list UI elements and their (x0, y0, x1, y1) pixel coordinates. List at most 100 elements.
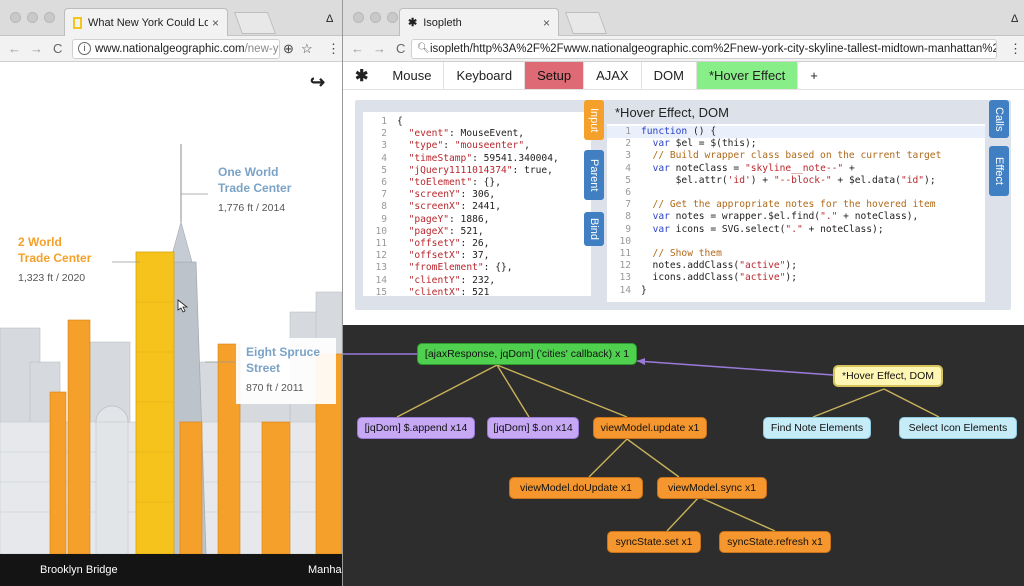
label-2-world-trade-center[interactable]: 2 World Trade Center 1,323 ft / 2020 (8, 228, 112, 294)
node-sync[interactable]: viewModel.sync x1 (657, 477, 767, 499)
node-on[interactable]: [jqDom] $.on x14 (487, 417, 579, 439)
event-json-viewer[interactable]: 1{2 "event": MouseEvent, 3 "type": "mouse… (363, 112, 591, 296)
node-hover-effect[interactable]: *Hover Effect, DOM (833, 365, 943, 387)
close-tab-icon[interactable]: × (543, 16, 550, 30)
label-eight-spruce-street[interactable]: Eight Spruce Street 870 ft / 2011 (236, 338, 336, 404)
tab-calls[interactable]: Calls (989, 100, 1009, 138)
new-tab-button[interactable] (564, 12, 608, 34)
node-append[interactable]: [jqDom] $.append x14 (357, 417, 475, 439)
line-number: 6 (625, 187, 631, 199)
code-line: 9 "pageY": 1886, (363, 214, 591, 226)
minimize-window-button[interactable] (370, 12, 381, 23)
menu-icon[interactable]: ⋮ (327, 41, 340, 57)
code-line: 12 "offsetX": 37, (363, 250, 591, 262)
info-icon[interactable]: i (78, 42, 91, 55)
right-browser-window: ✱ Isopleth × Δ ← → C 🔍︎ isopleth/http%3A… (343, 0, 1024, 586)
url-field[interactable]: i www.nationalgeographic.com/new-yo... (72, 39, 280, 59)
line-text: var $el = $(this); (652, 138, 757, 150)
reload-icon[interactable]: C (53, 41, 62, 56)
tab-dom[interactable]: DOM (642, 62, 697, 89)
tab-parent[interactable]: Parent (584, 150, 604, 200)
line-number: 5 (625, 174, 631, 186)
code-line: 14 "clientY": 232, (363, 275, 591, 287)
line-number: 4 (381, 152, 387, 164)
line-number: 1 (381, 116, 387, 127)
code-line: 8 "screenX": 2441, (363, 201, 591, 213)
code-line: 6 "toElement": {}, (363, 177, 591, 189)
event-lines: 1{2 "event": MouseEvent, 3 "type": "mouse… (363, 116, 591, 296)
url-field[interactable]: 🔍︎ isopleth/http%3A%2F%2Fwww.nationalgeo… (411, 39, 997, 59)
tab-isopleth[interactable]: ✱ Isopleth × (399, 8, 559, 36)
code-line: 13 icons.addClass("active"); (607, 272, 985, 284)
tab-effect[interactable]: Effect (989, 146, 1009, 196)
close-window-button[interactable] (10, 12, 21, 23)
reload-icon[interactable]: C (396, 41, 405, 56)
code-line: 15 "clientX": 521 (363, 287, 591, 296)
share-icon[interactable]: ↪ (310, 72, 325, 93)
code-line: 3 "type": "mouseenter", (363, 140, 591, 152)
node-root-callback[interactable]: [ajaxResponse, jqDom] ('cities' callback… (417, 343, 637, 365)
label-one-world-trade-center[interactable]: One World Trade Center 1,776 ft / 2014 (208, 158, 320, 226)
isopleth-logo-icon[interactable]: ✱ (343, 62, 380, 89)
node-find-note-elements[interactable]: Find Note Elements (763, 417, 871, 439)
label-sub: 1,323 ft / 2020 (18, 272, 86, 284)
skyline-graphic: ↪ One World Trade Center 1,776 ft / 2014… (0, 62, 342, 586)
forward-icon[interactable]: → (30, 41, 43, 56)
line-number: 13 (619, 272, 631, 284)
call-graph: [ajaxResponse, jqDom] ('cities' callback… (343, 325, 1024, 586)
tab-mouse[interactable]: Mouse (380, 62, 445, 89)
code-line: 1{ (363, 116, 591, 128)
line-number: 8 (625, 211, 631, 223)
profile-icon[interactable]: Δ (1011, 13, 1018, 25)
minimize-window-button[interactable] (27, 12, 38, 23)
line-text: "toElement": {}, (408, 177, 501, 189)
back-icon[interactable]: ← (8, 41, 21, 56)
code-line: 10 (607, 236, 985, 248)
line-text: "type": "mouseenter", (408, 140, 530, 152)
label-title-line2: Street (246, 361, 281, 375)
skyline-footer: Brooklyn Bridge Manha (0, 554, 342, 586)
tab-keyboard[interactable]: Keyboard (444, 62, 526, 89)
footer-left-label[interactable]: Brooklyn Bridge (40, 564, 118, 576)
line-text: var notes = wrapper.$el.find("." + noteC… (652, 211, 919, 223)
new-tab-button[interactable] (233, 12, 277, 34)
close-window-button[interactable] (353, 12, 364, 23)
right-address-bar: ← → C 🔍︎ isopleth/http%3A%2F%2Fwww.natio… (343, 36, 1024, 62)
label-title: One World (218, 165, 279, 179)
node-do-update[interactable]: viewModel.doUpdate x1 (509, 477, 643, 499)
back-icon[interactable]: ← (351, 41, 364, 56)
line-text: "clientY": 232, (408, 274, 496, 286)
left-address-bar: ← → C i www.nationalgeographic.com/new-y… (0, 36, 342, 62)
tab-natgeo[interactable]: What New York Could Look Lik × (64, 8, 228, 36)
tab-title: Isopleth (423, 16, 462, 29)
line-number: 6 (381, 177, 387, 189)
star-icon[interactable]: ☆ (301, 41, 313, 57)
code-line: 4 "timeStamp": 59541.340004, (363, 153, 591, 165)
close-tab-icon[interactable]: × (212, 16, 219, 30)
natgeo-favicon (73, 16, 82, 29)
tab-setup[interactable]: Setup (525, 62, 585, 89)
maximize-window-button[interactable] (387, 12, 398, 23)
zoom-icon[interactable]: ⊕ (283, 41, 294, 57)
line-text: $el.attr('id') + "--block-" + $el.data("… (641, 174, 936, 186)
node-view-model-update[interactable]: viewModel.update x1 (593, 417, 707, 439)
forward-icon[interactable]: → (373, 41, 386, 56)
menu-icon[interactable]: ⋮ (1009, 41, 1022, 57)
node-sync-state-set[interactable]: syncState.set x1 (607, 531, 701, 553)
code-line: 4 var noteClass = "skyline__note--" + (607, 163, 985, 175)
node-select-icon-elements[interactable]: Select Icon Elements (899, 417, 1017, 439)
line-number: 12 (375, 250, 387, 262)
editor-title: *Hover Effect, DOM (615, 105, 729, 120)
maximize-window-button[interactable] (44, 12, 55, 23)
tab-input[interactable]: Input (584, 100, 604, 140)
node-sync-state-refresh[interactable]: syncState.refresh x1 (719, 531, 831, 553)
tab-bind[interactable]: Bind (584, 212, 604, 246)
code-line: 1 function () { (607, 126, 985, 139)
footer-right-label[interactable]: Manha (308, 564, 342, 576)
line-text: { (397, 116, 403, 127)
code-editor[interactable]: 1 function () {2 var $el = $(this); 3 // B… (607, 124, 985, 302)
profile-icon[interactable]: Δ (326, 13, 333, 25)
add-tab-button[interactable]: + (798, 62, 830, 89)
tab-ajax[interactable]: AJAX (584, 62, 642, 89)
tab-hover-effect[interactable]: *Hover Effect (696, 62, 799, 89)
